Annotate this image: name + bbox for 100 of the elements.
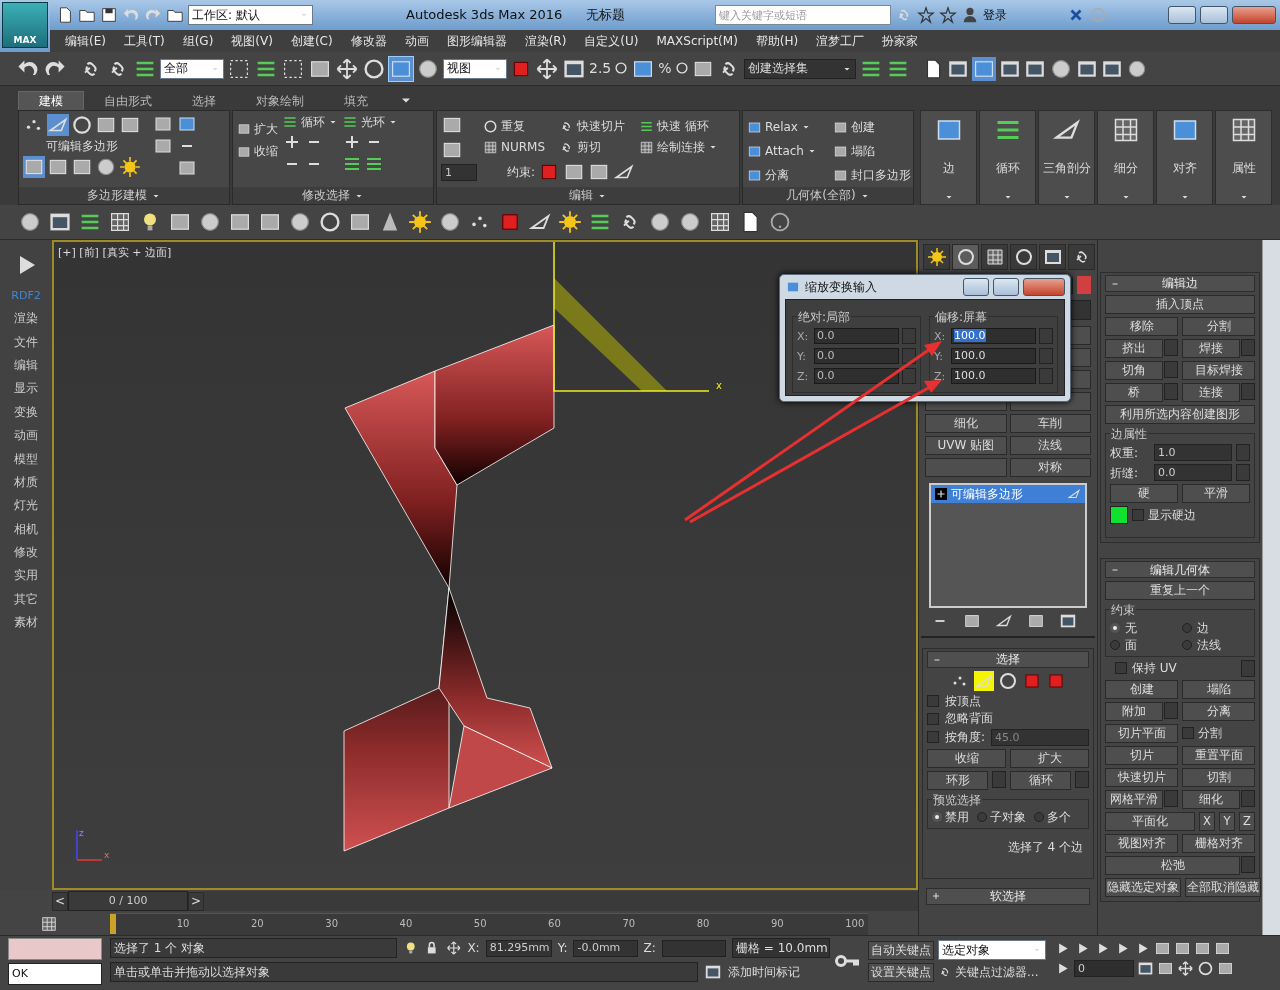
rollout-header[interactable]: 编辑边 bbox=[1105, 275, 1255, 292]
ribbon-tool-button[interactable]: 重复 bbox=[483, 118, 546, 135]
modifier-button[interactable]: UVW 贴图 bbox=[925, 436, 1007, 455]
menu-item[interactable]: 工具(T) bbox=[114, 33, 174, 49]
sidebar-item[interactable]: 显示 bbox=[14, 381, 38, 396]
ribbon-large-button[interactable]: 循环 bbox=[979, 110, 1036, 205]
panel-button[interactable]: 收缩 bbox=[927, 748, 1006, 768]
value-field[interactable]: 0.0 bbox=[814, 348, 899, 365]
panel-button[interactable]: 网格平滑 bbox=[1105, 789, 1163, 809]
modifier-button[interactable]: 法线 bbox=[1009, 436, 1091, 455]
value-field[interactable]: 100.0 bbox=[951, 328, 1036, 345]
angle-field[interactable]: 45.0 bbox=[991, 728, 1089, 746]
axis-button[interactable]: Z bbox=[1239, 811, 1255, 831]
sidebar-item[interactable]: 修改 bbox=[14, 545, 38, 560]
panel-button[interactable]: 平面化 bbox=[1105, 811, 1195, 831]
panel-button[interactable]: 隐藏选定对象 bbox=[1105, 877, 1181, 897]
panel-button[interactable]: 全部取消隐藏 bbox=[1185, 877, 1261, 897]
named-selection-dropdown[interactable]: 创建选择集 bbox=[743, 58, 856, 79]
ribbon-tool-button[interactable]: Attach bbox=[747, 142, 817, 160]
ribbon-tab[interactable]: 填充 bbox=[324, 91, 388, 110]
ribbon-tool-button[interactable]: 封口多边形 bbox=[832, 166, 911, 184]
menu-item[interactable]: 渲染(R) bbox=[515, 33, 576, 49]
ribbon-large-button[interactable]: 属性 bbox=[1215, 110, 1272, 205]
menu-item[interactable]: 组(G) bbox=[173, 33, 223, 49]
coordinate-system-dropdown[interactable]: 视图 bbox=[443, 58, 507, 79]
menu-item[interactable]: 编辑(E) bbox=[56, 33, 115, 49]
panel-button[interactable]: 切角 bbox=[1105, 361, 1163, 380]
ribbon-large-button[interactable]: 三角剖分 bbox=[1038, 110, 1095, 205]
ribbon-tab[interactable]: 选择 bbox=[172, 91, 236, 110]
sidebar-item[interactable]: 变换 bbox=[14, 404, 38, 420]
time-tag-label[interactable]: 添加时间标记 bbox=[728, 964, 800, 980]
auto-key-button[interactable]: 自动关键点 bbox=[868, 940, 934, 960]
prompt-text-field[interactable]: 单击或单击并拖动以选择对象 bbox=[110, 962, 698, 982]
panel-button[interactable]: 焊接 bbox=[1182, 339, 1240, 358]
panel-button[interactable]: 桥 bbox=[1105, 383, 1163, 402]
loop-button[interactable]: 循环 bbox=[282, 114, 338, 130]
selection-filter-dropdown[interactable]: 全部 bbox=[160, 58, 224, 79]
ribbon-tool-button[interactable]: 分离 bbox=[747, 166, 817, 184]
ribbon-tool-button[interactable]: NURMS bbox=[483, 139, 546, 156]
status-text-field[interactable]: 选择了 1 个 对象 bbox=[110, 938, 397, 958]
ribbon-large-button[interactable]: 对齐 bbox=[1156, 110, 1213, 205]
panel-button[interactable]: 创建 bbox=[1105, 679, 1178, 699]
panel-button[interactable]: 塌陷 bbox=[1182, 679, 1255, 699]
shrink-button[interactable]: 收缩 bbox=[237, 144, 278, 159]
panel-button[interactable]: 目标焊接 bbox=[1182, 361, 1255, 380]
panel-button[interactable]: 平滑 bbox=[1182, 484, 1250, 504]
set-key-button[interactable]: 设置关键点 bbox=[868, 963, 934, 982]
panel-button[interactable]: 挤出 bbox=[1105, 339, 1163, 358]
panel-button[interactable]: 切割 bbox=[1182, 767, 1255, 787]
ribbon-tool-button[interactable]: 快速 循环 bbox=[639, 118, 719, 135]
y-coordinate-field[interactable]: -0.0mm bbox=[573, 939, 638, 957]
next-frame-button[interactable]: > bbox=[188, 891, 205, 911]
panel-button[interactable]: 利用所选内容创建图形 bbox=[1105, 405, 1255, 424]
viewport-label[interactable]: [+] [前] [真实 + 边面] bbox=[58, 246, 172, 260]
sidebar-item[interactable]: 其它 bbox=[14, 591, 38, 607]
ribbon-tab[interactable]: 自由形式 bbox=[84, 91, 172, 110]
ribbon-tool-button[interactable]: 创建 bbox=[832, 118, 911, 136]
sign-in-link[interactable]: 登录 bbox=[983, 7, 1064, 23]
panel-button[interactable]: 切片平面 bbox=[1105, 723, 1178, 743]
key-filters-button[interactable]: 关键点过滤器... bbox=[938, 965, 1046, 980]
sidebar-item[interactable]: 灯光 bbox=[14, 498, 38, 513]
panel-button[interactable]: 重置平面 bbox=[1182, 745, 1255, 765]
panel-button[interactable]: 视图对齐 bbox=[1105, 833, 1178, 853]
ribbon-tool-button[interactable]: 塌陷 bbox=[832, 142, 911, 160]
menu-item[interactable]: 创建(C) bbox=[281, 33, 342, 49]
spinner-field[interactable]: 1 bbox=[441, 164, 477, 181]
menu-item[interactable]: 渲梦工厂 bbox=[807, 33, 874, 49]
panel-button[interactable]: 细化 bbox=[1182, 789, 1240, 809]
panel-button[interactable]: 扩大 bbox=[1010, 748, 1089, 768]
percent-snap-toggle[interactable]: % bbox=[658, 60, 689, 77]
current-frame-field[interactable]: 0 bbox=[1074, 960, 1134, 977]
sidebar-item[interactable]: 材质 bbox=[14, 474, 38, 490]
menu-item[interactable]: 扮家家 bbox=[873, 33, 928, 49]
sidebar-item[interactable]: 模型 bbox=[14, 451, 38, 466]
sidebar-item[interactable]: 相机 bbox=[14, 521, 38, 537]
ribbon-tool-button[interactable]: 绘制连接 bbox=[639, 139, 719, 156]
axis-button[interactable]: Y bbox=[1219, 811, 1235, 831]
previous-frame-button[interactable]: < bbox=[52, 891, 69, 911]
menu-item[interactable]: 动画 bbox=[395, 33, 438, 49]
menu-item[interactable]: 自定义(U) bbox=[575, 33, 648, 49]
panel-button[interactable]: 插入顶点 bbox=[1105, 295, 1255, 314]
ribbon-tab[interactable]: 对象绘制 bbox=[236, 91, 324, 110]
ribbon-large-button[interactable]: 细分 bbox=[1097, 110, 1154, 205]
time-position-field[interactable]: 0 / 100 bbox=[68, 891, 189, 911]
ribbon-tool-button[interactable]: 剪切 bbox=[559, 139, 626, 156]
stack-item[interactable]: 可编辑多边形 bbox=[931, 485, 1085, 503]
value-field[interactable]: 0.0 bbox=[814, 328, 899, 345]
panel-button[interactable]: 附加 bbox=[1105, 701, 1163, 721]
sidebar-item[interactable]: 文件 bbox=[14, 334, 38, 349]
panel-button[interactable]: 栅格对齐 bbox=[1182, 833, 1255, 853]
panel-button[interactable]: 重复上一个 bbox=[1105, 581, 1255, 601]
ring-button[interactable]: 光环 bbox=[342, 114, 398, 130]
modifier-button[interactable]: 细化 bbox=[925, 414, 1007, 433]
sidebar-item[interactable]: 动画 bbox=[14, 428, 38, 443]
menu-item[interactable]: 帮助(H) bbox=[746, 33, 808, 49]
menu-item[interactable]: 视图(V) bbox=[222, 33, 282, 49]
menu-item[interactable]: 修改器 bbox=[341, 33, 396, 49]
panel-button[interactable]: 分割 bbox=[1182, 317, 1255, 336]
ribbon-tool-button[interactable]: 快速切片 bbox=[559, 118, 626, 135]
panel-button[interactable]: 移除 bbox=[1105, 317, 1178, 336]
